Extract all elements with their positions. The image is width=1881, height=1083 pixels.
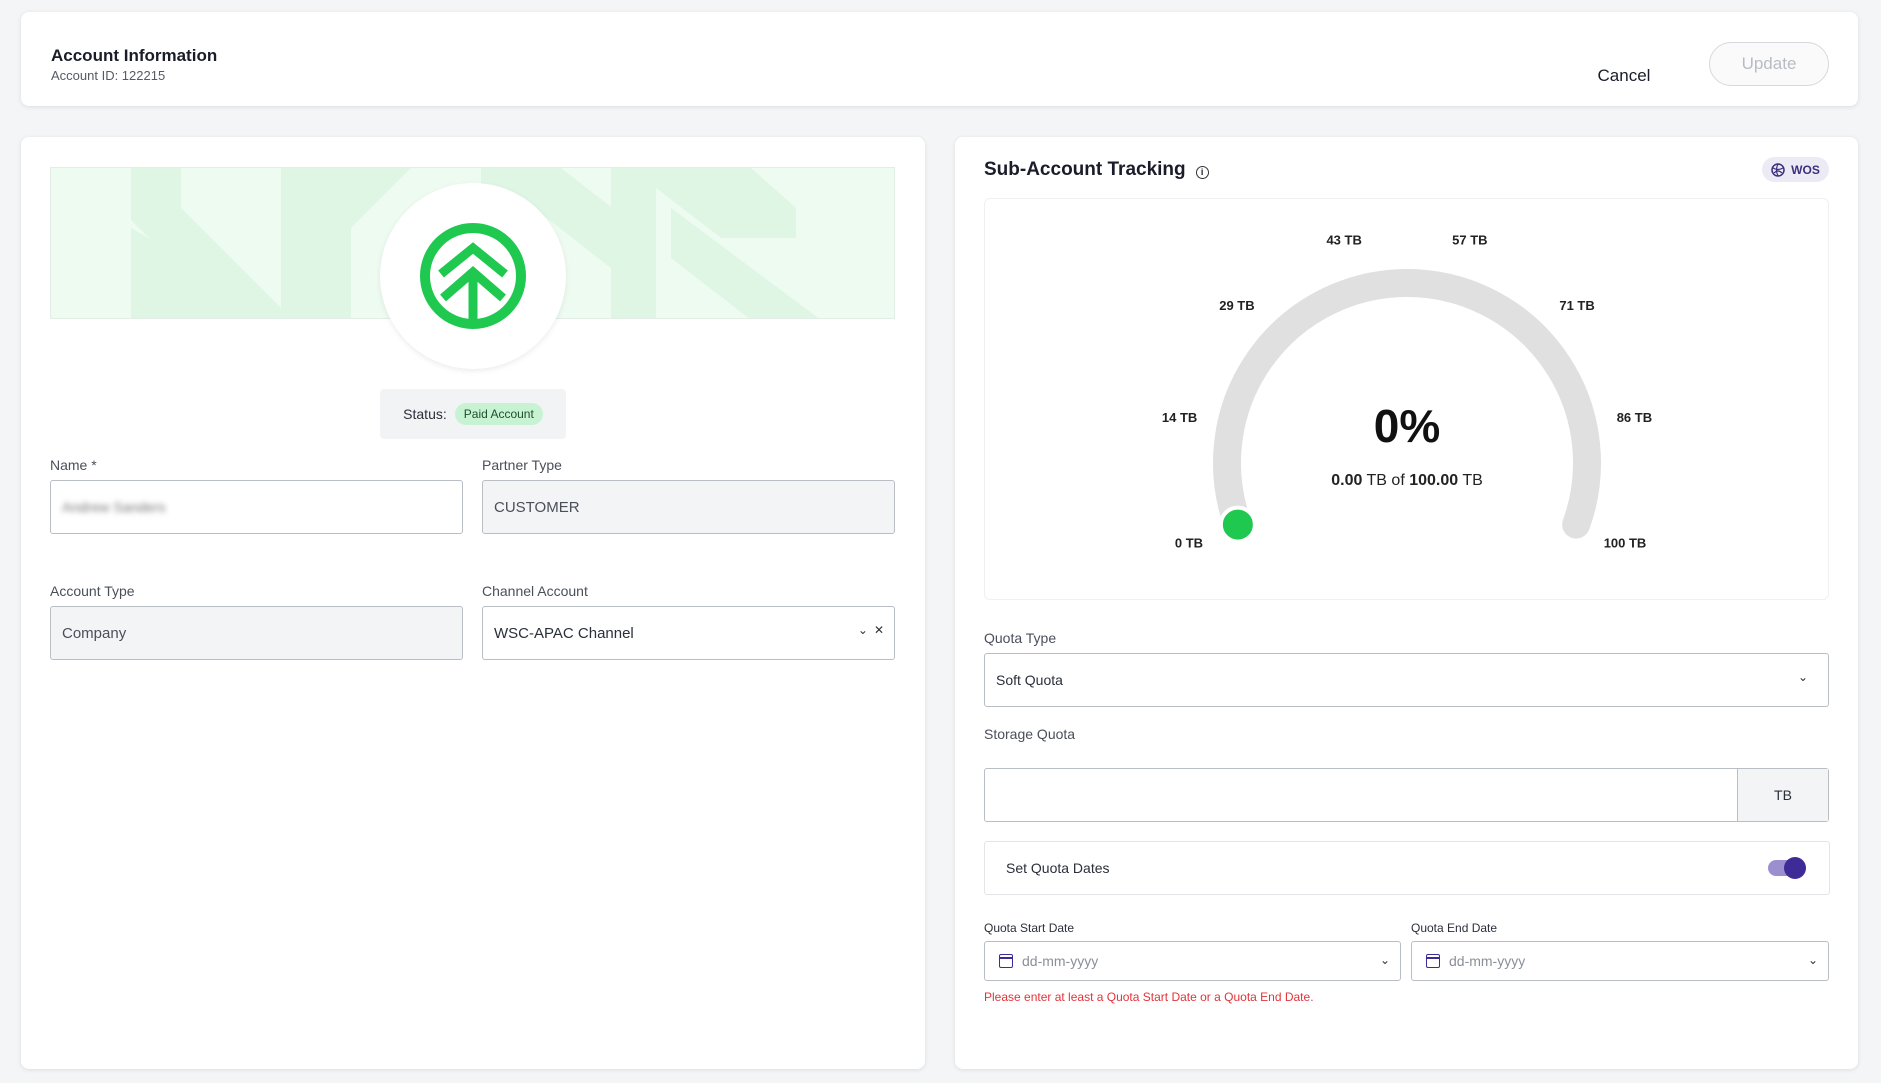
gauge-tick-label: 14 TB [1162,410,1197,425]
gauge-tick-label: 0 TB [1175,535,1203,550]
quota-date-error: Please enter at least a Quota Start Date… [984,990,1314,1004]
partner-type-field: CUSTOMER [482,480,895,534]
info-icon[interactable]: i [1195,165,1209,179]
calendar-icon [999,954,1013,968]
set-quota-dates-toggle[interactable] [1768,857,1806,879]
tracking-title-text: Sub-Account Tracking [984,159,1186,180]
account-type-value: Company [62,624,127,642]
partner-type-value: CUSTOMER [494,498,580,516]
sub-account-tracking-panel: Sub-Account Tracking i WOS 0 TB 14 TB 29 T… [955,137,1858,1069]
cancel-button[interactable]: Cancel [1574,54,1674,98]
toggle-knob [1784,857,1806,879]
gauge-used-unit: TB [1367,472,1387,489]
gauge-percent: 0% [1374,400,1440,452]
storage-unit-addon: TB [1737,769,1828,821]
status-box: Status: Paid Account [380,389,566,439]
wos-badge: WOS [1762,157,1829,182]
gauge-summary: 0.00 TB of 100.00 TB [1331,472,1483,489]
gauge-of: of [1391,472,1405,489]
start-date-input[interactable]: dd-mm-yyyy ⌄ [984,941,1401,981]
company-logo-icon [420,223,526,329]
status-label: Status: [403,406,447,422]
gauge-total-unit: TB [1462,472,1482,489]
quota-type-select[interactable]: Soft Quota ⌄ [984,653,1829,707]
globe-icon [1771,162,1785,177]
start-date-placeholder: dd-mm-yyyy [1022,953,1099,969]
chevron-down-icon: ⌄ [1797,670,1808,684]
account-logo [380,183,566,369]
channel-account-select[interactable]: WSC-APAC Channel ⌄ ✕ [482,606,895,660]
account-type-label: Account Type [50,583,135,599]
gauge-tick-label: 57 TB [1452,233,1487,248]
tracking-title: Sub-Account Tracking i [984,159,1209,181]
account-type-field: Company [50,606,463,660]
end-date-input[interactable]: dd-mm-yyyy ⌄ [1411,941,1829,981]
account-id: Account ID: 122215 [51,68,166,83]
storage-quota-label: Storage Quota [984,726,1076,742]
wos-badge-label: WOS [1791,162,1820,177]
clear-icon[interactable]: ✕ [874,623,884,637]
chevron-down-icon: ⌄ [1379,953,1390,967]
quota-gauge: 0 TB 14 TB 29 TB 43 TB 57 TB 71 TB 86 TB 100 TB… [984,198,1829,600]
gauge-indicator [1218,505,1257,544]
gauge-chart: 0 TB 14 TB 29 TB 43 TB 57 TB 71 TB 86 TB 100 TB… [1162,233,1652,551]
storage-quota-input[interactable] [985,769,1737,821]
account-details-panel: Status: Paid Account Name * Andrew Sande… [21,137,925,1069]
end-date-label: Quota End Date [1411,921,1498,935]
gauge-tick-label: 29 TB [1219,298,1254,313]
start-date-label: Quota Start Date [984,921,1075,935]
status-badge: Paid Account [454,403,543,425]
partner-type-label: Partner Type [482,457,562,473]
gauge-total: 100.00 [1409,472,1458,489]
chevron-down-icon: ⌄ [1807,953,1818,967]
set-quota-dates-label: Set Quota Dates [1006,860,1110,876]
gauge-tick-label: 71 TB [1559,298,1594,313]
gauge-tick-label: 86 TB [1617,410,1652,425]
header-bar: Account Information Account ID: 122215 C… [21,12,1858,106]
name-label: Name * [50,457,97,473]
storage-quota-group: TB [984,768,1829,822]
gauge-tick-label: 43 TB [1326,233,1361,248]
set-quota-dates-row: Set Quota Dates [984,841,1830,895]
quota-type-label: Quota Type [984,630,1057,646]
quota-type-value: Soft Quota [996,672,1063,688]
name-value: Andrew Sanders [62,499,166,515]
calendar-icon [1426,954,1440,968]
update-button[interactable]: Update [1709,42,1829,86]
name-field[interactable]: Andrew Sanders [50,480,463,534]
channel-account-label: Channel Account [482,583,588,599]
gauge-used: 0.00 [1331,472,1362,489]
channel-account-value: WSC-APAC Channel [494,624,634,642]
chevron-down-icon[interactable]: ⌄ [858,623,868,637]
gauge-tick-label: 100 TB [1604,535,1647,550]
page-title: Account Information [51,46,218,65]
end-date-placeholder: dd-mm-yyyy [1449,953,1526,969]
